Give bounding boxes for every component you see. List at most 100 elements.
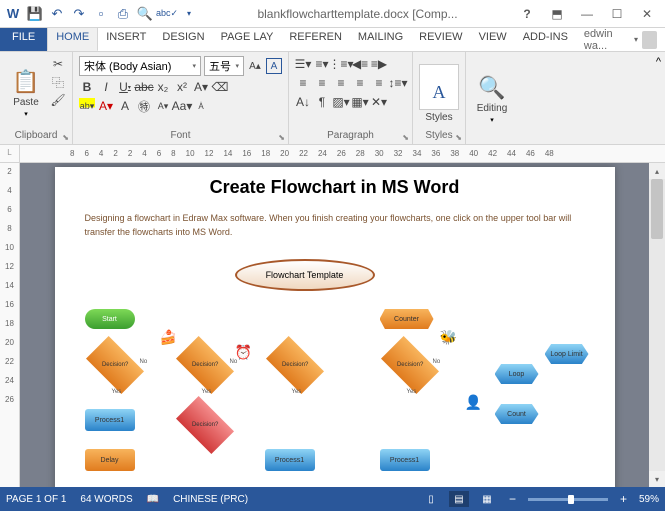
sort-icon[interactable]: A↓ [295,94,311,110]
save-icon[interactable]: 💾 [26,5,44,23]
tab-file[interactable]: FILE [0,28,47,51]
phonetic-icon[interactable]: A̍ [193,98,209,114]
justify-icon[interactable]: ≡ [352,75,368,91]
change-case-icon[interactable]: Aa▾ [174,98,190,114]
tab-view[interactable]: VIEW [471,28,515,51]
italic-button[interactable]: I [98,79,114,95]
show-hide-icon[interactable]: ¶ [314,94,330,110]
distribute-icon[interactable]: ≡ [371,75,387,91]
format-painter-icon[interactable]: 🖌 [50,92,66,108]
status-proofing-icon[interactable]: 📖 [147,494,159,505]
binoculars-icon: 🔍 [478,75,505,101]
status-language[interactable]: CHINESE (PRC) [173,494,248,505]
shrink-font-icon[interactable]: A▾ [155,98,171,114]
scroll-down-button[interactable]: ▾ [649,471,665,487]
view-read-icon[interactable]: ▯ [421,491,441,507]
page-title: Create Flowchart in MS Word [85,177,585,198]
collapse-ribbon[interactable]: ^ [652,52,665,144]
align-right-icon[interactable]: ≡ [333,75,349,91]
ribbon-tabs: FILE HOME INSERT DESIGN PAGE LAY REFEREN… [0,28,665,52]
window-title: blankflowcharttemplate.docx [Comp... [202,7,513,21]
new-icon[interactable]: ▫ [92,5,110,23]
tab-pagelayout[interactable]: PAGE LAY [213,28,282,51]
text-effects-icon[interactable]: A▾ [193,79,209,95]
fc-count: Count [495,404,539,424]
borders-icon[interactable]: ▦▾ [352,94,368,110]
copy-icon[interactable]: ⿻ [50,74,66,90]
clear-formatting-icon[interactable]: ⌫ [212,79,228,95]
qat-dropdown-icon[interactable]: ▾ [180,5,198,23]
grow-font-icon[interactable]: A▴ [247,58,263,74]
tab-addins[interactable]: ADD-INS [515,28,576,51]
document-area: 2468101214161820222426 Create Flowchart … [0,163,665,487]
clipboard-launcher[interactable]: ⬊ [62,133,69,142]
font-size-combo[interactable]: 五号▾ [204,56,244,76]
ruler-horizontal[interactable]: L 86422468101214161820222426283032343638… [0,145,665,163]
zoom-level[interactable]: 59% [639,494,659,505]
char-shading-icon[interactable]: A [117,98,133,114]
paragraph-launcher[interactable]: ⬊ [402,133,409,142]
editing-button[interactable]: 🔍 Editing ▾ [472,56,512,142]
highlight-icon[interactable]: ab▾ [79,98,95,114]
scroll-up-button[interactable]: ▴ [649,163,665,179]
zoom-out-button[interactable]: − [505,492,520,506]
close-button[interactable]: ✕ [633,3,661,25]
tab-review[interactable]: REVIEW [411,28,470,51]
maximize-button[interactable]: ☐ [603,3,631,25]
view-print-icon[interactable]: ▤ [449,491,469,507]
char-border-icon[interactable]: A [266,58,282,74]
bold-button[interactable]: B [79,79,95,95]
tab-mailings[interactable]: MAILING [350,28,411,51]
page-container[interactable]: Create Flowchart in MS Word Designing a … [20,163,649,487]
decrease-indent-icon[interactable]: ◀≡ [352,56,368,72]
spell-icon[interactable]: abc✓ [158,5,176,23]
paste-button[interactable]: 📋 Paste ▾ [6,56,46,130]
status-page[interactable]: PAGE 1 OF 1 [6,494,66,505]
enclose-icon[interactable]: ㊕ [136,98,152,114]
ribbon-display-button[interactable]: ⬒ [543,3,571,25]
help-button[interactable]: ? [513,3,541,25]
ruler-vertical[interactable]: 2468101214161820222426 [0,163,20,487]
undo-icon[interactable]: ↶ [48,5,66,23]
styles-button[interactable]: A Styles [419,56,459,130]
styles-launcher[interactable]: ⬊ [455,133,462,142]
underline-button[interactable]: U▾ [117,79,133,95]
snap-icon[interactable]: ✕▾ [371,94,387,110]
fc-process-3: Process1 [380,449,430,471]
fc-label-yes-4: Yes [407,389,417,395]
fc-process-1: Process1 [85,409,135,431]
multilevel-icon[interactable]: ⋮≡▾ [333,56,349,72]
tab-references[interactable]: REFEREN [281,28,350,51]
avatar-icon [642,31,657,49]
print-icon[interactable]: ⎙ [114,5,132,23]
zoom-thumb[interactable] [568,495,574,504]
increase-indent-icon[interactable]: ≡▶ [371,56,387,72]
fc-process-2: Process1 [265,449,315,471]
font-name-combo[interactable]: 宋体 (Body Asian)▾ [79,56,201,76]
font-color-icon[interactable]: A▾ [98,98,114,114]
user-account[interactable]: edwin wa... ▾ [576,28,665,51]
tab-insert[interactable]: INSERT [98,28,154,51]
superscript-button[interactable]: x² [174,79,190,95]
strikethrough-button[interactable]: abc [136,79,152,95]
font-launcher[interactable]: ⬊ [278,133,285,142]
cut-icon[interactable]: ✂ [50,56,66,72]
line-spacing-icon[interactable]: ↕≡▾ [390,75,406,91]
bullets-icon[interactable]: ☰▾ [295,56,311,72]
fc-decision-5: Decision? [381,336,439,394]
scroll-thumb[interactable] [651,179,663,239]
view-web-icon[interactable]: ▦ [477,491,497,507]
zoom-slider[interactable] [528,498,608,501]
preview-icon[interactable]: 🔍 [136,5,154,23]
scroll-track[interactable] [649,179,665,471]
tab-home[interactable]: HOME [47,28,98,51]
minimize-button[interactable]: — [573,3,601,25]
tab-design[interactable]: DESIGN [154,28,212,51]
align-left-icon[interactable]: ≡ [295,75,311,91]
subscript-button[interactable]: x₂ [155,79,171,95]
status-words[interactable]: 64 WORDS [80,494,132,505]
shading-icon[interactable]: ▨▾ [333,94,349,110]
zoom-in-button[interactable]: + [616,492,631,506]
redo-icon[interactable]: ↷ [70,5,88,23]
align-center-icon[interactable]: ≡ [314,75,330,91]
